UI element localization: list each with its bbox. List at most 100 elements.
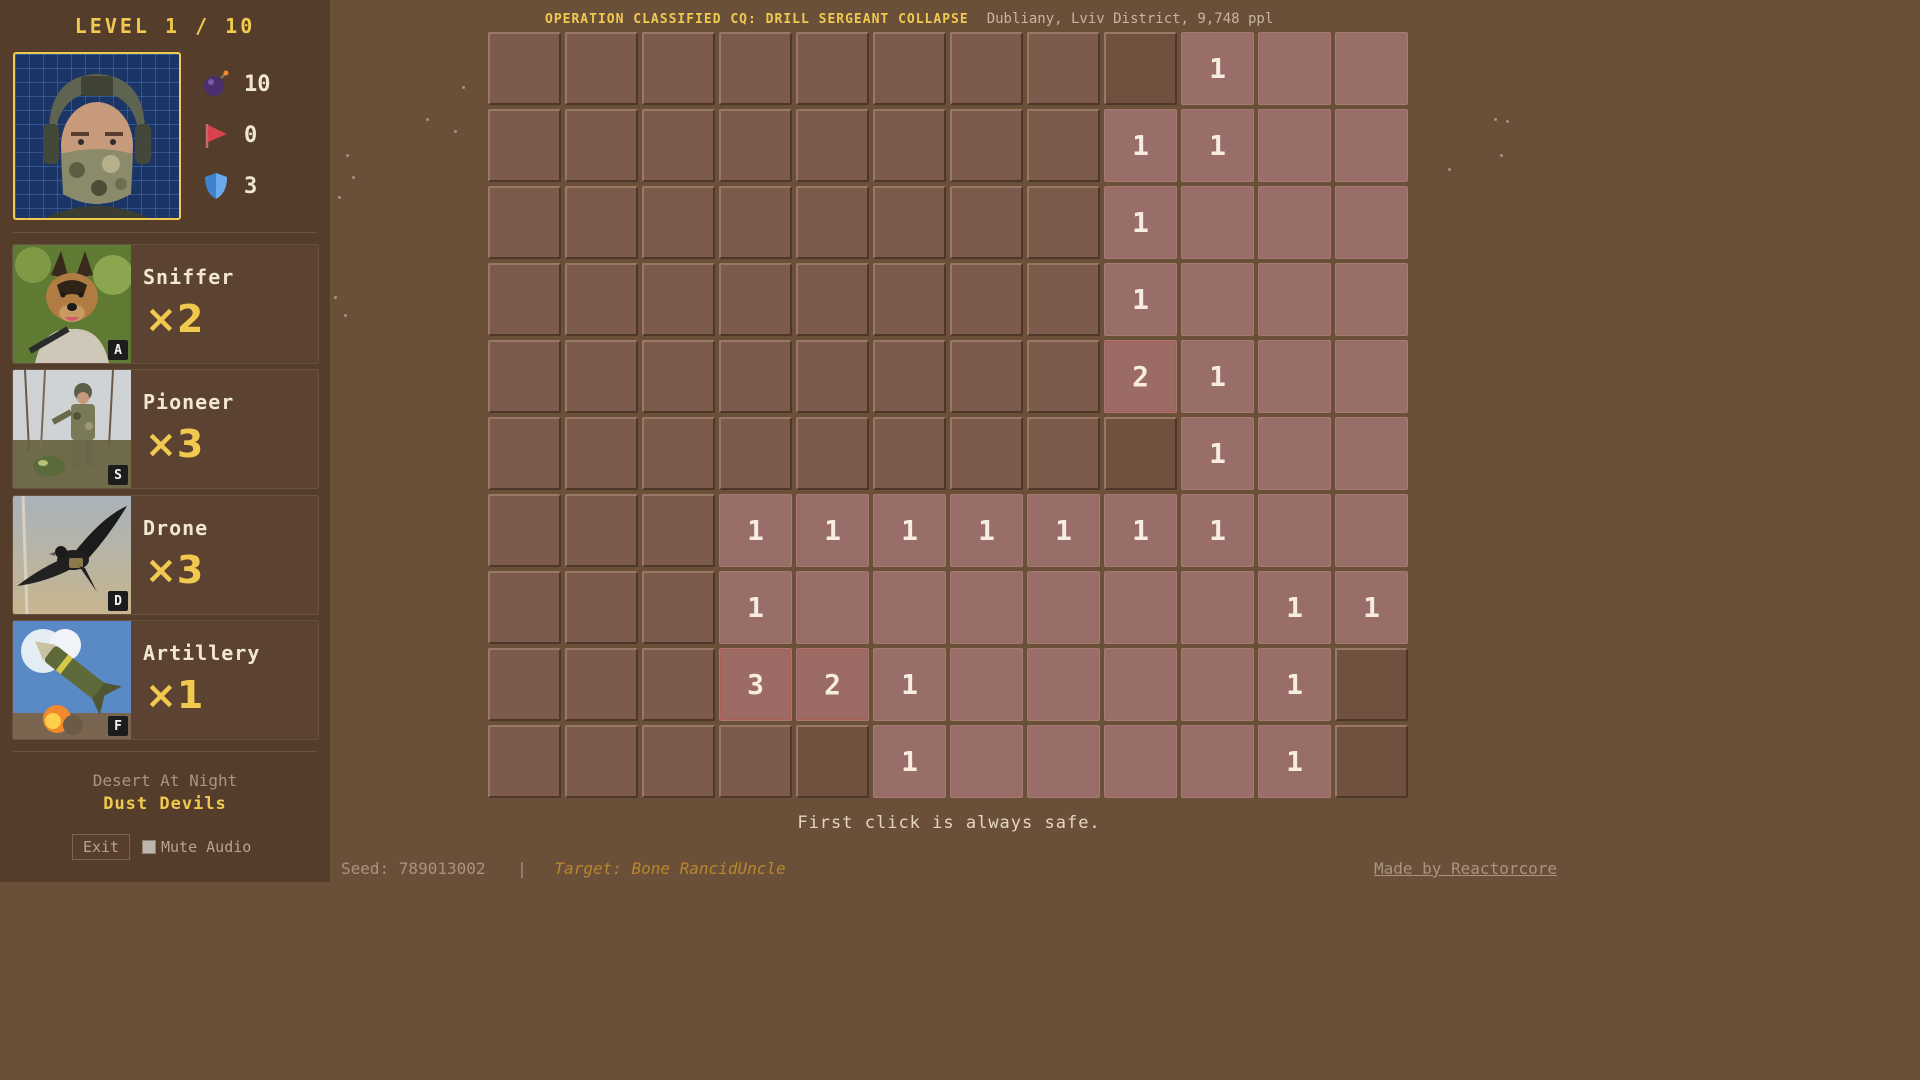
revealed-empty-tile[interactable] — [1181, 725, 1254, 798]
revealed-empty-tile[interactable] — [1335, 32, 1408, 105]
revealed-empty-tile[interactable] — [1027, 648, 1100, 721]
hidden-tile[interactable] — [719, 109, 792, 182]
mute-audio-checkbox[interactable]: Mute Audio — [142, 838, 251, 856]
revealed-empty-tile[interactable] — [1104, 648, 1177, 721]
hidden-tile[interactable] — [642, 571, 715, 644]
revealed-empty-tile[interactable] — [1258, 340, 1331, 413]
unit-card-pioneer[interactable]: S Pioneer ×3 — [12, 369, 319, 489]
revealed-number-tile[interactable]: 1 — [1104, 186, 1177, 259]
revealed-empty-tile[interactable] — [1181, 186, 1254, 259]
revealed-number-tile[interactable]: 1 — [950, 494, 1023, 567]
hidden-tile[interactable] — [565, 725, 638, 798]
revealed-number-tile[interactable]: 1 — [1258, 725, 1331, 798]
revealed-empty-tile[interactable] — [1104, 571, 1177, 644]
revealed-empty-tile[interactable] — [1335, 340, 1408, 413]
hidden-tile[interactable] — [565, 571, 638, 644]
revealed-empty-tile[interactable] — [1258, 109, 1331, 182]
hidden-tile[interactable] — [488, 648, 561, 721]
hidden-tile[interactable] — [565, 32, 638, 105]
hidden-tile[interactable] — [719, 725, 792, 798]
hidden-tile[interactable] — [1027, 186, 1100, 259]
hidden-tile[interactable] — [719, 417, 792, 490]
hidden-tile[interactable] — [642, 186, 715, 259]
hidden-tile[interactable] — [796, 417, 869, 490]
revealed-empty-tile[interactable] — [1258, 494, 1331, 567]
revealed-number-tile[interactable]: 1 — [796, 494, 869, 567]
revealed-empty-tile[interactable] — [1258, 32, 1331, 105]
checkbox-box[interactable] — [142, 840, 156, 854]
hidden-tile[interactable] — [950, 109, 1023, 182]
hidden-tile[interactable] — [950, 417, 1023, 490]
revealed-empty-tile[interactable] — [950, 571, 1023, 644]
hidden-tile[interactable] — [488, 109, 561, 182]
hidden-tile[interactable] — [873, 263, 946, 336]
unit-card-sniffer[interactable]: A Sniffer ×2 — [12, 244, 319, 364]
hidden-tile[interactable] — [488, 494, 561, 567]
revealed-empty-tile[interactable] — [1335, 494, 1408, 567]
revealed-empty-tile[interactable] — [1335, 109, 1408, 182]
revealed-empty-tile[interactable] — [1258, 417, 1331, 490]
revealed-number-tile[interactable]: 1 — [1181, 340, 1254, 413]
hidden-tile[interactable] — [1027, 32, 1100, 105]
revealed-empty-tile[interactable] — [1258, 186, 1331, 259]
revealed-number-tile[interactable]: 1 — [1181, 32, 1254, 105]
hidden-tile[interactable] — [642, 494, 715, 567]
hidden-tile[interactable] — [950, 32, 1023, 105]
revealed-number-tile[interactable]: 1 — [719, 494, 792, 567]
hidden-tile[interactable] — [1335, 648, 1408, 721]
revealed-empty-tile[interactable] — [1181, 263, 1254, 336]
unit-card-artillery[interactable]: F Artillery ×1 — [12, 620, 319, 740]
hidden-tile[interactable] — [1027, 417, 1100, 490]
hidden-tile[interactable] — [488, 725, 561, 798]
revealed-number-tile[interactable]: 1 — [1104, 263, 1177, 336]
hidden-tile[interactable] — [565, 417, 638, 490]
hidden-tile[interactable] — [565, 648, 638, 721]
hidden-tile[interactable] — [796, 725, 869, 798]
revealed-empty-tile[interactable] — [1104, 725, 1177, 798]
revealed-number-tile[interactable]: 2 — [796, 648, 869, 721]
hidden-tile[interactable] — [488, 32, 561, 105]
hidden-tile[interactable] — [488, 186, 561, 259]
hidden-tile[interactable] — [488, 263, 561, 336]
revealed-empty-tile[interactable] — [950, 648, 1023, 721]
hidden-tile[interactable] — [873, 186, 946, 259]
hidden-tile[interactable] — [565, 494, 638, 567]
hidden-tile[interactable] — [873, 32, 946, 105]
revealed-empty-tile[interactable] — [1335, 417, 1408, 490]
revealed-number-tile[interactable]: 3 — [719, 648, 792, 721]
revealed-empty-tile[interactable] — [1335, 263, 1408, 336]
hidden-tile[interactable] — [1335, 725, 1408, 798]
hidden-tile[interactable] — [873, 109, 946, 182]
hidden-tile[interactable] — [796, 263, 869, 336]
revealed-empty-tile[interactable] — [950, 725, 1023, 798]
hidden-tile[interactable] — [796, 32, 869, 105]
revealed-number-tile[interactable]: 1 — [873, 725, 946, 798]
revealed-number-tile[interactable]: 1 — [1181, 494, 1254, 567]
hidden-tile[interactable] — [1104, 417, 1177, 490]
hidden-tile[interactable] — [642, 263, 715, 336]
hidden-tile[interactable] — [719, 186, 792, 259]
hidden-tile[interactable] — [488, 571, 561, 644]
hidden-tile[interactable] — [488, 340, 561, 413]
hidden-tile[interactable] — [796, 186, 869, 259]
hidden-tile[interactable] — [1027, 263, 1100, 336]
revealed-number-tile[interactable]: 2 — [1104, 340, 1177, 413]
hidden-tile[interactable] — [642, 648, 715, 721]
revealed-empty-tile[interactable] — [1027, 571, 1100, 644]
hidden-tile[interactable] — [642, 725, 715, 798]
hidden-tile[interactable] — [642, 340, 715, 413]
hidden-tile[interactable] — [565, 263, 638, 336]
revealed-empty-tile[interactable] — [1181, 648, 1254, 721]
revealed-empty-tile[interactable] — [1027, 725, 1100, 798]
hidden-tile[interactable] — [873, 340, 946, 413]
revealed-number-tile[interactable]: 1 — [1104, 494, 1177, 567]
revealed-number-tile[interactable]: 1 — [1027, 494, 1100, 567]
revealed-number-tile[interactable]: 1 — [873, 494, 946, 567]
hidden-tile[interactable] — [719, 263, 792, 336]
unit-card-drone[interactable]: D Drone ×3 — [12, 495, 319, 615]
revealed-empty-tile[interactable] — [1258, 263, 1331, 336]
revealed-number-tile[interactable]: 1 — [1181, 417, 1254, 490]
hidden-tile[interactable] — [950, 340, 1023, 413]
revealed-number-tile[interactable]: 1 — [1104, 109, 1177, 182]
hidden-tile[interactable] — [1027, 340, 1100, 413]
